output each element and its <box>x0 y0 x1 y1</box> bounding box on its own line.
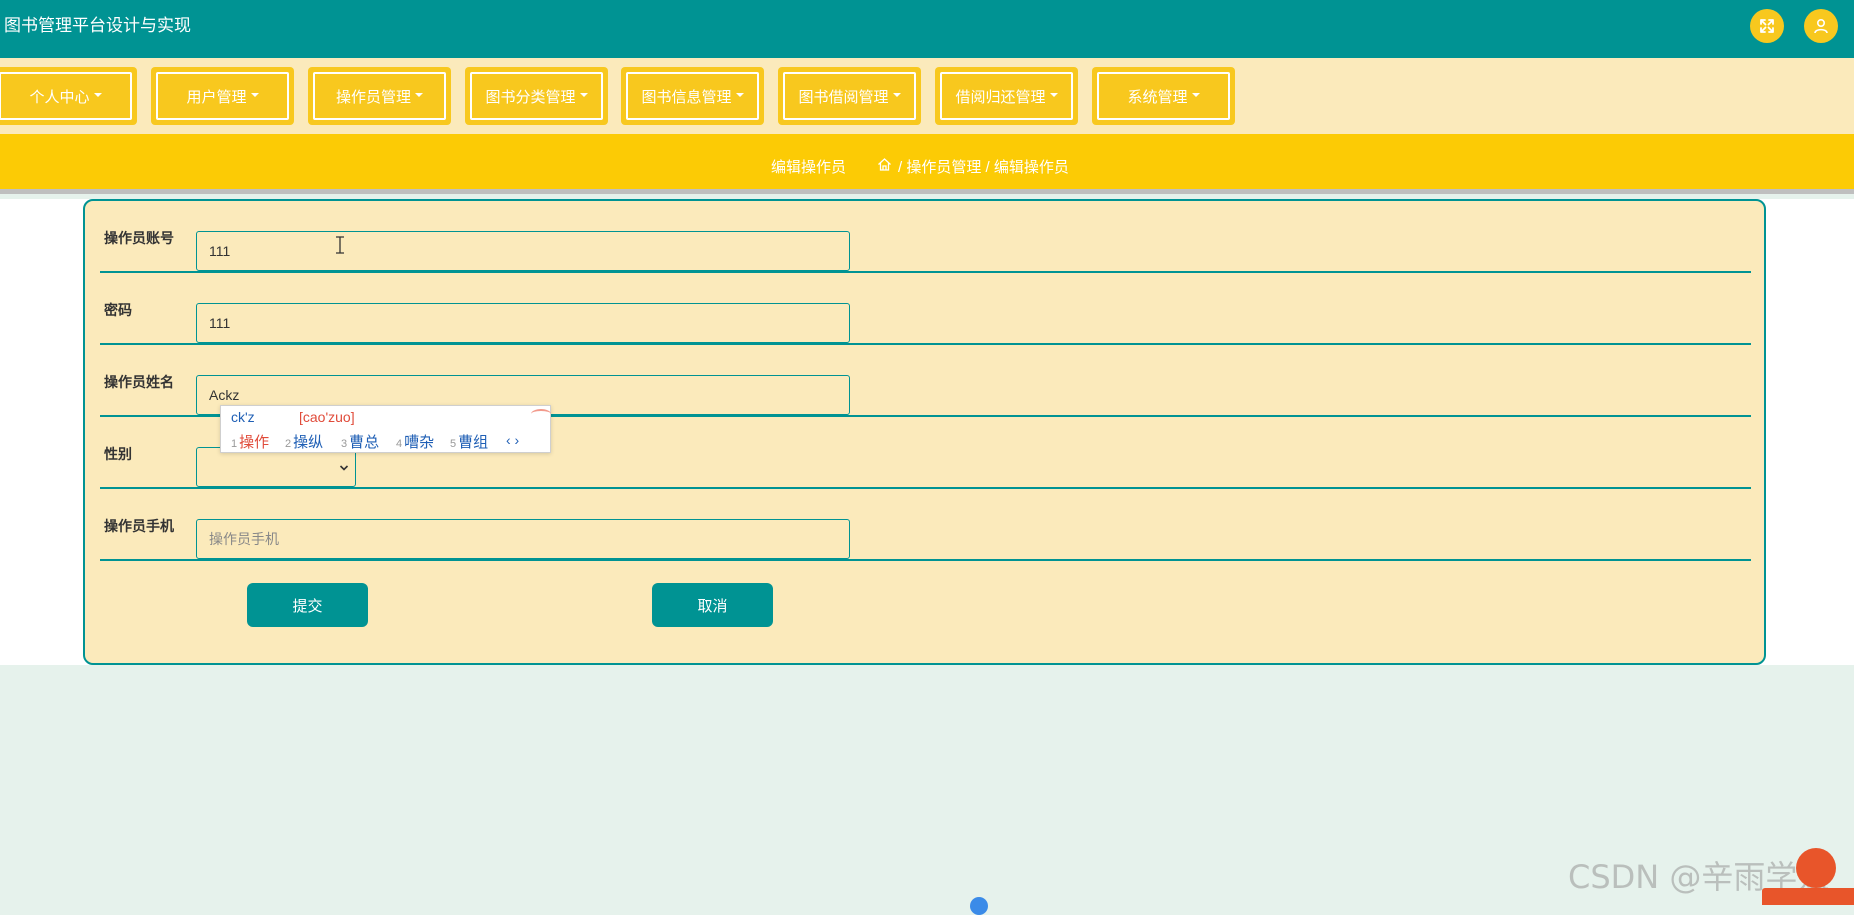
ime-logo-icon <box>531 409 551 419</box>
ime-pinyin: ck'z <box>231 409 255 425</box>
caret-down-icon <box>892 92 901 97</box>
page-title: 编辑操作员 <box>771 159 847 176</box>
ime-candidate[interactable]: 4 嘈杂 <box>396 431 434 452</box>
ime-status-bar[interactable] <box>1762 888 1854 905</box>
submit-button[interactable]: 提交 <box>247 583 368 627</box>
nav-item-user-management[interactable]: 用户管理 <box>151 67 294 125</box>
nav-item-personal-center[interactable]: 个人中心 <box>0 67 137 125</box>
nav-item-label: 图书信息管理 <box>641 88 732 106</box>
nav-item-operator-management[interactable]: 操作员管理 <box>308 67 451 125</box>
chevron-down-icon <box>339 465 349 471</box>
nav-item-label: 系统管理 <box>1127 88 1188 106</box>
password-input[interactable] <box>196 303 850 343</box>
nav-item-label: 借阅归还管理 <box>955 88 1046 106</box>
form-row-password: 密码 <box>100 273 1751 345</box>
scroll-handle[interactable] <box>970 897 988 915</box>
caret-down-icon <box>735 92 744 97</box>
ime-candidate[interactable]: 2 操纵 <box>285 431 323 452</box>
phone-label: 操作员手机 <box>104 518 174 534</box>
fullscreen-button[interactable] <box>1750 9 1784 43</box>
phone-input[interactable] <box>196 519 850 559</box>
cancel-button[interactable]: 取消 <box>652 583 773 627</box>
top-header: 图书管理平台设计与实现 <box>0 0 1854 58</box>
gender-select[interactable] <box>196 447 356 487</box>
nav-item-label: 图书借阅管理 <box>798 88 889 106</box>
gender-label: 性别 <box>104 446 132 462</box>
floating-assistant-icon[interactable] <box>1796 848 1836 888</box>
ime-candidate[interactable]: 3 曹总 <box>341 431 379 452</box>
ime-hint: [cao'zuo] <box>299 409 355 425</box>
app-title: 图书管理平台设计与实现 <box>4 16 191 35</box>
nav-item-book-borrow[interactable]: 图书借阅管理 <box>778 67 921 125</box>
nav-item-label: 图书分类管理 <box>485 88 576 106</box>
nav-item-book-category[interactable]: 图书分类管理 <box>465 67 608 125</box>
caret-down-icon <box>1191 92 1200 97</box>
breadcrumb[interactable]: / 操作员管理 / 编辑操作员 <box>898 156 1069 177</box>
name-label: 操作员姓名 <box>104 374 174 390</box>
nav-item-borrow-return[interactable]: 借阅归还管理 <box>935 67 1078 125</box>
caret-down-icon <box>250 92 259 97</box>
ime-candidate-popup: ck'z [cao'zuo] 1 操作 2 操纵 3 曹总 4 嘈杂 5 曹组 ‹ › <box>220 405 551 453</box>
ime-candidate[interactable]: 1 操作 <box>231 431 269 452</box>
nav-item-label: 个人中心 <box>29 88 90 106</box>
breadcrumb-bar: 编辑操作员 / 操作员管理 / 编辑操作员 <box>0 134 1854 194</box>
main-nav: 个人中心 用户管理 操作员管理 图书分类管理 图书信息管理 图书借阅管理 借阅归… <box>0 58 1854 134</box>
nav-item-book-info[interactable]: 图书信息管理 <box>621 67 764 125</box>
user-icon <box>1814 18 1828 34</box>
nav-item-label: 用户管理 <box>186 88 247 106</box>
text-cursor-icon <box>336 236 344 254</box>
caret-down-icon <box>1049 92 1058 97</box>
nav-item-system-management[interactable]: 系统管理 <box>1092 67 1235 125</box>
caret-down-icon <box>93 92 102 97</box>
ime-page-arrows[interactable]: ‹ › <box>506 432 519 448</box>
user-button[interactable] <box>1804 9 1838 43</box>
password-label: 密码 <box>104 302 132 318</box>
form-row-account: 操作员账号 <box>100 201 1751 273</box>
caret-down-icon <box>579 92 588 97</box>
expand-icon <box>1760 19 1774 33</box>
caret-down-icon <box>415 92 423 97</box>
home-icon[interactable] <box>877 157 892 172</box>
ime-candidate[interactable]: 5 曹组 <box>450 431 488 452</box>
nav-item-label: 操作员管理 <box>335 88 411 106</box>
form-row-phone: 操作员手机 <box>100 489 1751 561</box>
account-label: 操作员账号 <box>104 230 174 246</box>
account-input[interactable] <box>196 231 850 271</box>
